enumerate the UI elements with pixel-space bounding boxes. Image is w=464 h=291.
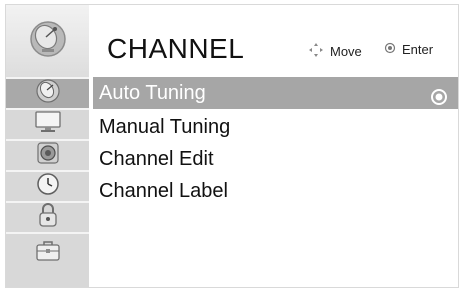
menu-item-manual-tuning[interactable]: Manual Tuning: [93, 111, 458, 143]
move-label: Move: [330, 44, 362, 59]
menu-item-label: Manual Tuning: [99, 116, 231, 138]
page-title: CHANNEL: [107, 33, 245, 64]
move-arrows-icon: [308, 42, 330, 61]
satellite-dish-icon: [28, 19, 68, 64]
satellite-dish-icon: [35, 78, 61, 109]
enter-circle-icon: [384, 42, 402, 57]
speaker-icon: [36, 141, 60, 170]
clock-icon: [36, 172, 60, 201]
sidebar: [6, 5, 89, 287]
menu-item-label: Channel Label: [99, 180, 228, 202]
menu-item-label: Auto Tuning: [99, 82, 206, 104]
sidebar-item-sound[interactable]: [6, 139, 89, 170]
toolbox-icon: [35, 240, 61, 267]
sidebar-item-channel[interactable]: [6, 77, 89, 108]
move-hint: Move: [308, 42, 362, 61]
monitor-icon: [34, 110, 62, 139]
enter-hint: Enter: [384, 42, 433, 57]
tv-menu-screen: CHANNEL Move Enter Auto Tuning Manual Tu…: [5, 4, 459, 288]
lock-icon: [37, 202, 59, 233]
sidebar-item-lock[interactable]: [6, 201, 89, 232]
enter-label: Enter: [402, 42, 434, 57]
menu-item-auto-tuning[interactable]: Auto Tuning: [93, 77, 458, 109]
sidebar-item-setup[interactable]: [6, 232, 89, 287]
sidebar-header: [6, 5, 89, 77]
menu-list: Auto Tuning Manual Tuning Channel Edit C…: [89, 77, 458, 287]
menu-item-label: Channel Edit: [99, 148, 214, 170]
sidebar-item-time[interactable]: [6, 170, 89, 201]
menu-item-channel-edit[interactable]: Channel Edit: [93, 143, 458, 175]
menu-item-channel-label[interactable]: Channel Label: [93, 175, 458, 207]
sidebar-item-picture[interactable]: [6, 108, 89, 139]
menu-header: CHANNEL Move Enter: [89, 5, 458, 77]
